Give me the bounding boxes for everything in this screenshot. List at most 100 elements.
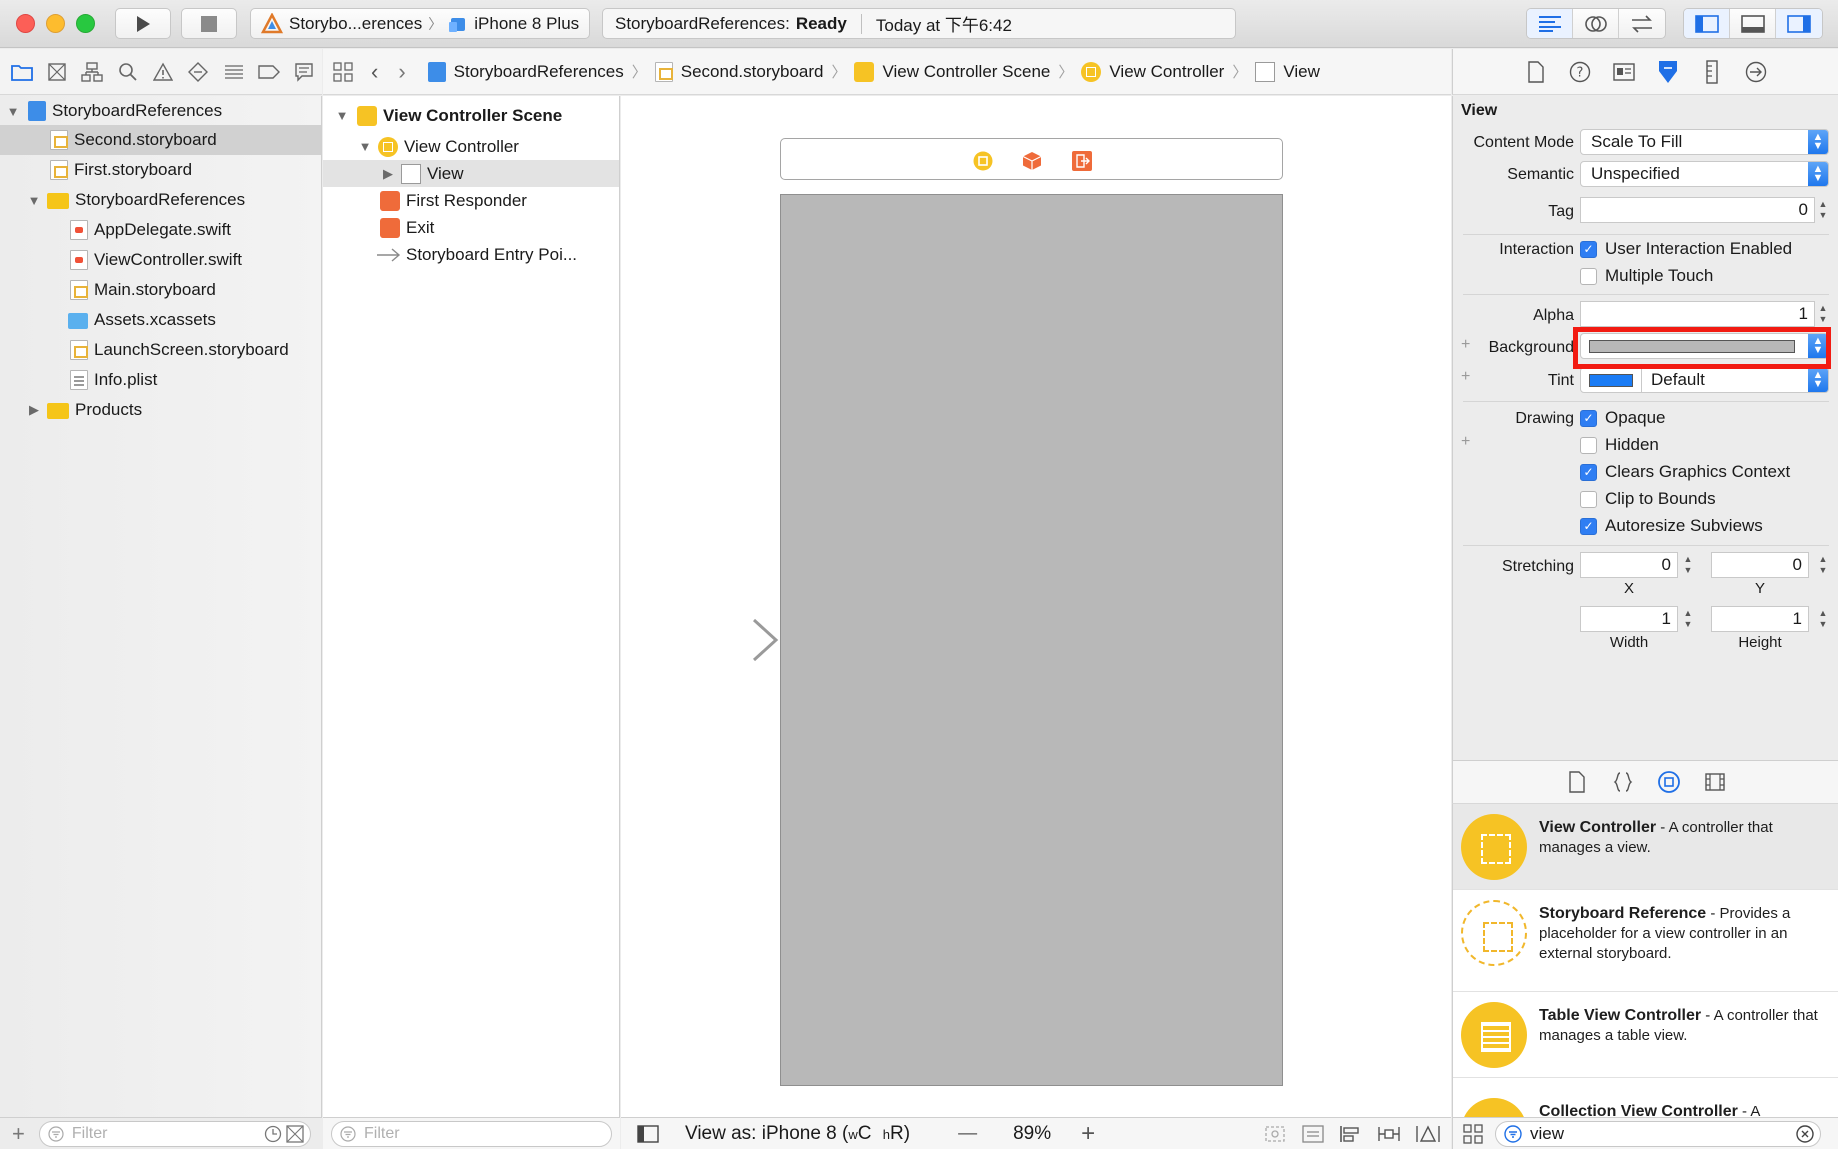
outline-filter-field[interactable]: Filter [331, 1120, 612, 1147]
alpha-stepper[interactable]: ▲ ▼ [1817, 301, 1829, 327]
disclosure-open-icon[interactable]: ▼ [335, 108, 349, 123]
view-controller-dock-icon[interactable] [973, 151, 993, 171]
stretching-x-field[interactable]: 0 [1580, 552, 1678, 578]
tree-item-first-storyboard[interactable]: First.storyboard [0, 155, 321, 185]
add-variation-icon[interactable]: + [1461, 433, 1470, 451]
navigator-filter-field[interactable]: Filter [38, 1120, 311, 1147]
toggle-outline-icon[interactable] [637, 1124, 659, 1143]
debug-navigator-tab[interactable] [216, 57, 251, 87]
stretching-y-stepper[interactable]: ▲ ▼ [1817, 552, 1829, 578]
tree-item-viewcontroller[interactable]: ViewController.swift [0, 245, 321, 275]
view-as-button[interactable]: View as: iPhone 8 (wC hR) [685, 1123, 910, 1145]
add-variation-icon[interactable]: + [1461, 368, 1470, 386]
opaque-checkbox[interactable]: ✓ Opaque [1580, 408, 1666, 428]
tag-stepper[interactable]: ▲ ▼ [1817, 197, 1829, 223]
tint-color-popup[interactable]: Default ▲ ▼ [1580, 367, 1829, 393]
library-filter-field[interactable]: view [1495, 1120, 1821, 1147]
toggle-debug-area-button[interactable] [1730, 9, 1776, 38]
toggle-navigator-button[interactable] [1684, 9, 1730, 38]
file-inspector-tab[interactable] [1523, 59, 1549, 85]
zoom-out-button[interactable]: — [958, 1123, 977, 1145]
clip-to-bounds-checkbox[interactable]: Clip to Bounds [1580, 489, 1716, 509]
scene-dock[interactable] [780, 138, 1283, 180]
standard-editor-button[interactable] [1527, 9, 1573, 38]
user-interaction-checkbox[interactable]: ✓ User Interaction Enabled [1580, 239, 1792, 259]
tree-item-launchscreen[interactable]: LaunchScreen.storyboard [0, 335, 321, 365]
stretching-width-field[interactable]: 1 [1580, 606, 1678, 632]
recent-files-icon[interactable] [264, 1125, 282, 1143]
clear-search-icon[interactable] [1796, 1124, 1814, 1143]
tree-item-second-storyboard[interactable]: Second.storyboard [0, 125, 321, 155]
align-icon[interactable] [1339, 1124, 1363, 1144]
jump-crumb-view-controller[interactable]: View Controller [1081, 61, 1224, 82]
clears-graphics-checkbox[interactable]: ✓ Clears Graphics Context [1580, 462, 1790, 482]
close-window-button[interactable] [16, 14, 35, 33]
report-navigator-tab[interactable] [287, 57, 322, 87]
identity-inspector-tab[interactable] [1611, 59, 1637, 85]
stretching-x-stepper[interactable]: ▲ ▼ [1682, 552, 1694, 578]
stretching-height-stepper[interactable]: ▲ ▼ [1817, 606, 1829, 632]
zoom-window-button[interactable] [76, 14, 95, 33]
exit-dock-icon[interactable] [1072, 151, 1092, 171]
object-library-tab[interactable] [1656, 769, 1682, 795]
tree-item-products[interactable]: ▶ Products [0, 395, 321, 425]
related-items-icon[interactable] [333, 61, 353, 82]
scheme-selector[interactable]: Storybo...erences 〉 iPhone 8 Plus [250, 8, 590, 39]
stop-button[interactable] [181, 8, 237, 39]
alpha-field[interactable]: 1 [1580, 301, 1815, 327]
media-library-tab[interactable] [1702, 769, 1728, 795]
breakpoint-navigator-tab[interactable] [251, 57, 286, 87]
library-item-storyboard-reference[interactable]: Storyboard Reference - Provides a placeh… [1453, 890, 1838, 992]
test-navigator-tab[interactable] [181, 57, 216, 87]
disclosure-open-icon[interactable]: ▼ [6, 104, 20, 119]
grid-view-icon[interactable] [1463, 1123, 1483, 1144]
version-editor-button[interactable] [1619, 9, 1665, 38]
symbol-navigator-tab[interactable] [75, 57, 110, 87]
tree-item-group[interactable]: ▼ StoryboardReferences [0, 185, 321, 215]
jump-crumb-scene[interactable]: View Controller Scene [854, 61, 1050, 82]
file-template-library-tab[interactable] [1564, 769, 1590, 795]
source-control-navigator-tab[interactable] [39, 57, 74, 87]
disclosure-open-icon[interactable]: ▼ [27, 193, 41, 208]
library-item-view-controller[interactable]: View Controller - A controller that mana… [1453, 804, 1838, 890]
stretching-height-field[interactable]: 1 [1711, 606, 1809, 632]
add-constraints-icon[interactable] [1377, 1124, 1401, 1144]
content-mode-popup[interactable]: Scale To Fill ▲ ▼ [1580, 129, 1829, 155]
multiple-touch-checkbox[interactable]: Multiple Touch [1580, 266, 1713, 286]
run-button[interactable] [115, 8, 171, 39]
tree-item-appdelegate[interactable]: AppDelegate.swift [0, 215, 321, 245]
zoom-in-button[interactable]: + [1081, 1120, 1095, 1148]
library-item-collection-view-controller[interactable]: Collection View Controller - A [1453, 1088, 1838, 1117]
attributes-inspector-tab[interactable] [1655, 59, 1681, 85]
minimize-window-button[interactable] [46, 14, 65, 33]
tag-field[interactable]: 0 [1580, 197, 1815, 223]
jump-crumb-view[interactable]: View [1255, 61, 1320, 82]
semantic-popup[interactable]: Unspecified ▲ ▼ [1580, 161, 1829, 187]
storyboard-entry-arrow-icon[interactable] [646, 618, 780, 662]
code-snippet-library-tab[interactable] [1610, 769, 1636, 795]
jump-crumb-project[interactable]: StoryboardReferences [427, 61, 624, 82]
outline-view-controller[interactable]: ▼ View Controller [323, 133, 619, 160]
connections-inspector-tab[interactable] [1743, 59, 1769, 85]
disclosure-closed-icon[interactable]: ▶ [27, 402, 41, 417]
disclosure-closed-icon[interactable]: ▶ [381, 166, 395, 181]
assistant-editor-button[interactable] [1573, 9, 1619, 38]
tree-item-project[interactable]: ▼ StoryboardReferences [0, 96, 321, 126]
quick-help-tab[interactable]: ? [1567, 59, 1593, 85]
tree-item-main-storyboard[interactable]: Main.storyboard [0, 275, 321, 305]
issue-navigator-tab[interactable] [145, 57, 180, 87]
autoresize-subviews-checkbox[interactable]: ✓ Autoresize Subviews [1580, 516, 1763, 536]
forward-arrow-icon[interactable]: › [398, 59, 405, 85]
toggle-utilities-button[interactable] [1776, 9, 1822, 38]
tree-item-assets[interactable]: Assets.xcassets [0, 305, 321, 335]
disclosure-open-icon[interactable]: ▼ [358, 139, 372, 154]
library-item-table-view-controller[interactable]: Table View Controller - A controller tha… [1453, 992, 1838, 1078]
source-control-filter-icon[interactable] [286, 1124, 304, 1143]
scene-root-view[interactable] [780, 194, 1283, 1086]
add-variation-icon[interactable]: + [1461, 336, 1470, 354]
hidden-checkbox[interactable]: Hidden [1580, 435, 1659, 455]
outline-first-responder[interactable]: First Responder [323, 187, 619, 214]
find-navigator-tab[interactable] [110, 57, 145, 87]
update-frames-icon[interactable] [1263, 1124, 1287, 1144]
first-responder-dock-icon[interactable] [1022, 151, 1042, 171]
